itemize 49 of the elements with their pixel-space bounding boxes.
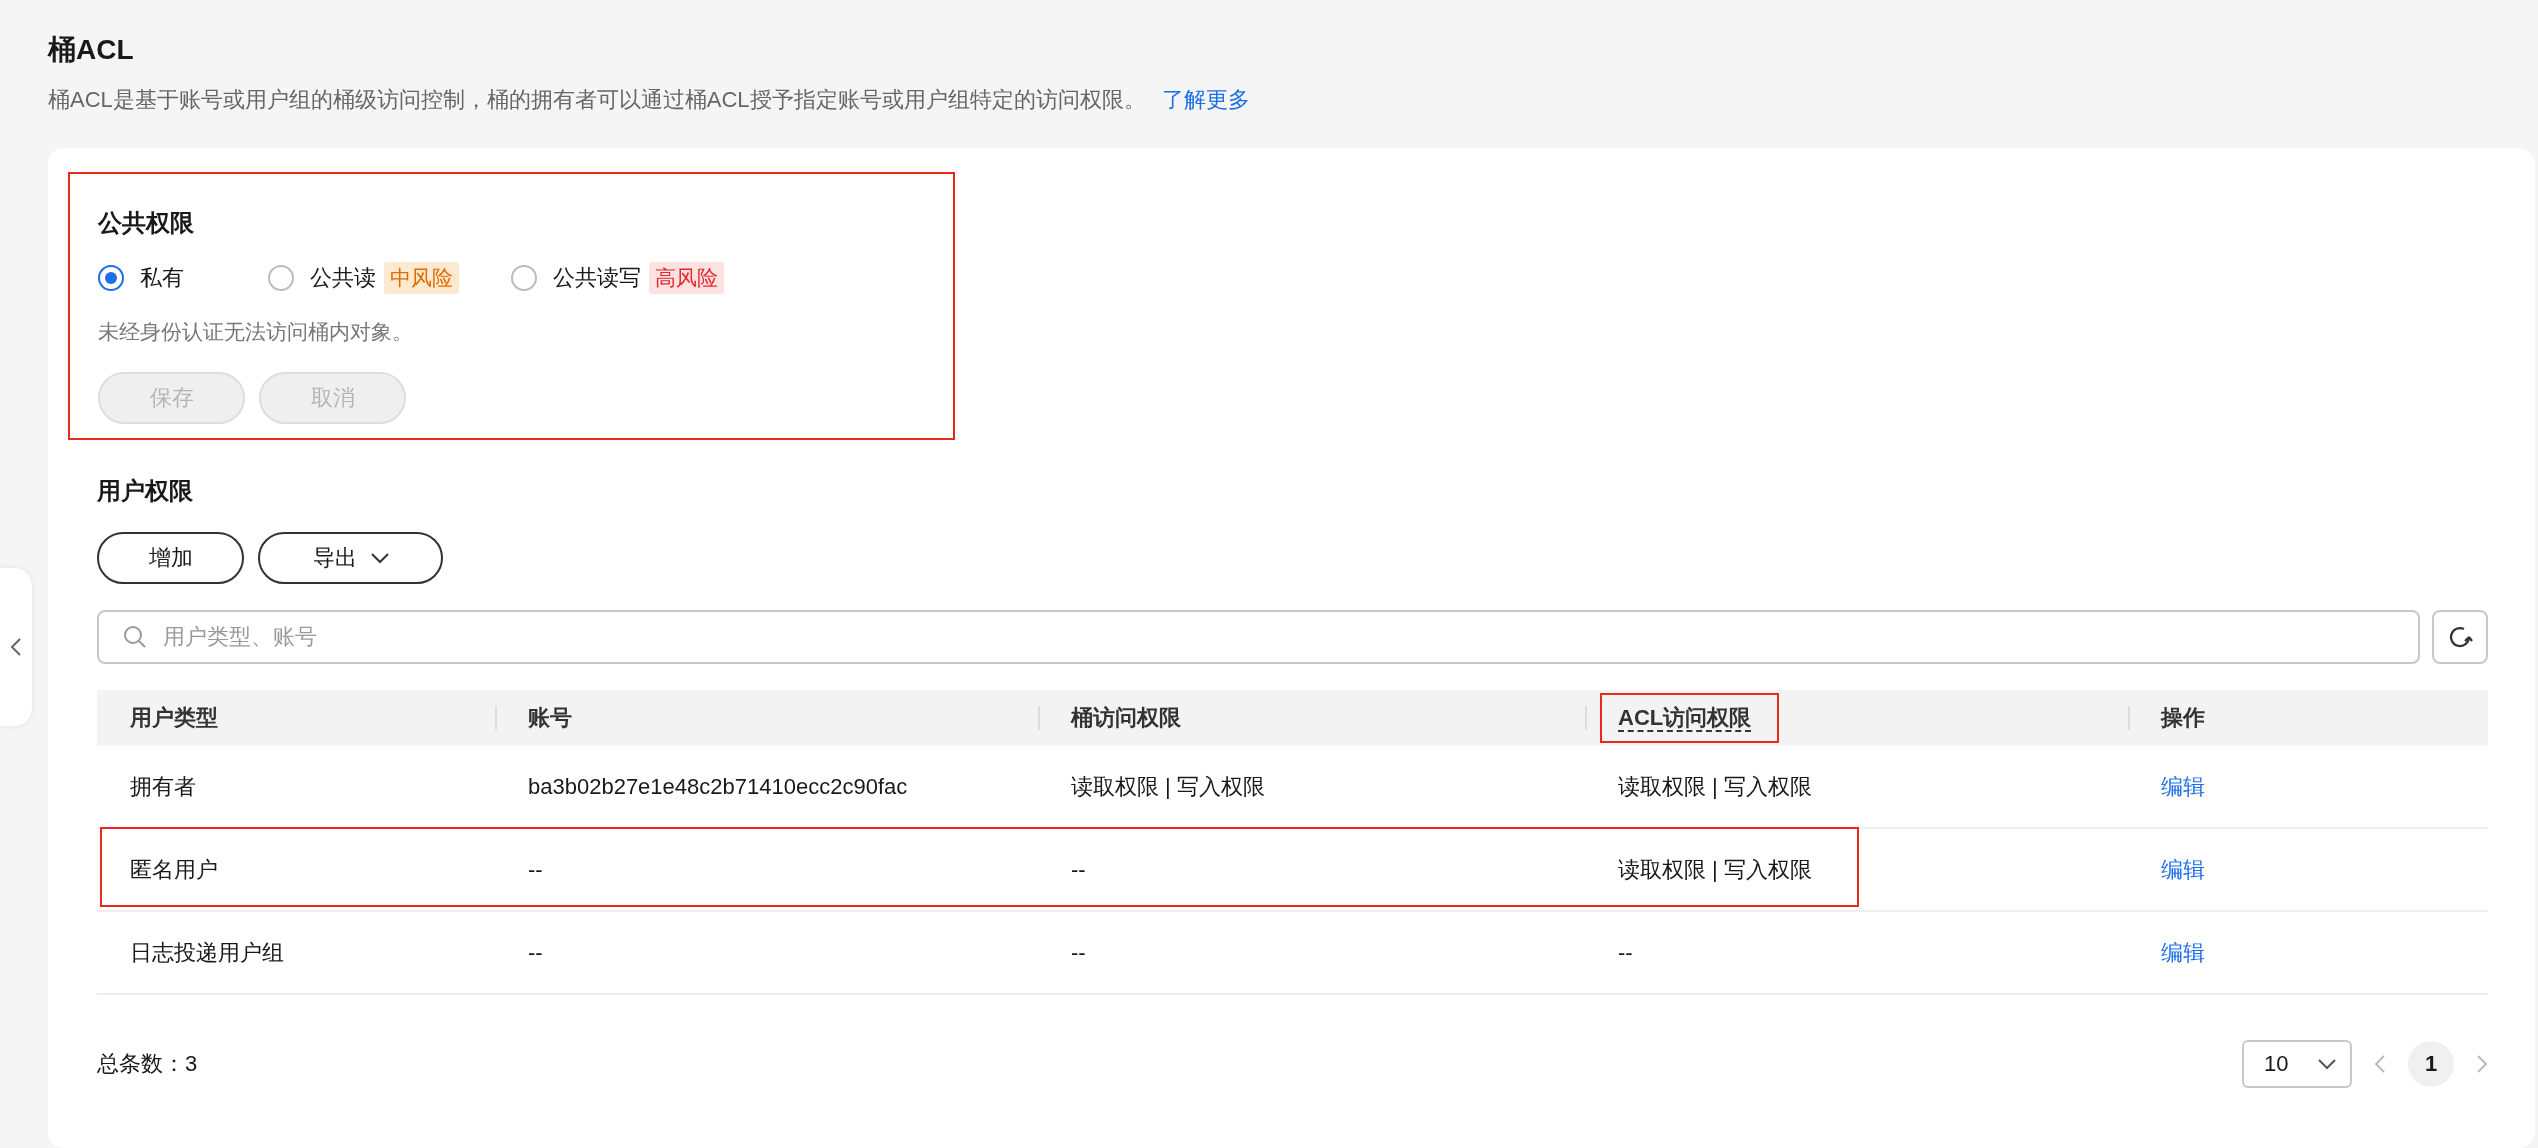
next-page-icon[interactable]: [2476, 1054, 2488, 1074]
collapse-tab[interactable]: [0, 568, 32, 726]
learn-more-link[interactable]: 了解更多: [1161, 87, 1250, 112]
radio-button[interactable]: [268, 265, 294, 291]
caret-icon: [370, 552, 389, 564]
refresh-icon: [2447, 624, 2473, 650]
section-title: 用户权限: [97, 476, 193, 506]
table-cell: ba3b02b27e1e48c2b71410ecc2c90fac: [528, 773, 908, 800]
table-cell-text: 读取权限 | 写入权限: [1618, 855, 1812, 884]
radio-label[interactable]: 私有: [140, 263, 184, 293]
previous-page-icon[interactable]: [2374, 1054, 2386, 1074]
hint-text: 未经身份认证无法访问桶内对象。: [98, 319, 413, 345]
radio-button[interactable]: [98, 265, 124, 291]
column-header: 桶访问权限: [1071, 704, 1181, 732]
risk-tag: 中风险: [384, 262, 459, 294]
refresh-button[interactable]: [2432, 610, 2488, 664]
column-header: 用户类型: [130, 704, 218, 732]
table-cell: --: [528, 856, 543, 883]
add-button[interactable]: 增加: [97, 532, 244, 584]
export-button[interactable]: 导出: [258, 532, 443, 584]
table-cell: --: [1071, 939, 1086, 966]
search-icon: [123, 625, 147, 649]
chevron-left-icon: [10, 637, 22, 657]
table-cell-text: 匿名用户: [130, 855, 218, 884]
page-number[interactable]: 1: [2408, 1041, 2454, 1087]
page-title: 桶ACL: [48, 33, 134, 67]
table-cell-text: 日志投递用户组: [130, 938, 284, 967]
edit-link[interactable]: 编辑: [2161, 771, 2205, 802]
table-cell-text: 拥有者: [130, 772, 196, 801]
section-title: 公共权限: [98, 208, 194, 238]
caret-icon: [2318, 1058, 2336, 1070]
column-header: 操作: [2161, 704, 2205, 732]
page-description: 桶ACL是基于账号或用户组的桶级访问控制，桶的拥有者可以通过桶ACL授予指定账号或用户组特定的访问权限。 了解更多: [48, 86, 1250, 114]
column-header: ACL访问权限: [1618, 705, 1752, 732]
column-header: 账号: [528, 704, 572, 732]
radio-label[interactable]: 公共读: [310, 263, 376, 293]
total-count: 总条数：3: [97, 1050, 198, 1078]
search-field[interactable]: 用户类型、账号: [97, 610, 2420, 664]
risk-tag: 高风险: [649, 262, 724, 294]
edit-link[interactable]: 编辑: [2161, 854, 2205, 885]
table-cell: --: [528, 939, 543, 966]
edit-link[interactable]: 编辑: [2161, 937, 2205, 968]
radio-button[interactable]: [511, 265, 537, 291]
radio-label[interactable]: 公共读写: [553, 263, 641, 293]
table-cell: --: [1618, 939, 1633, 966]
page-size-select[interactable]: 10: [2242, 1040, 2352, 1088]
table-cell-text: 读取权限 | 写入权限: [1071, 772, 1265, 801]
table-cell: --: [1071, 856, 1086, 883]
table-cell-text: 读取权限 | 写入权限: [1618, 772, 1812, 801]
